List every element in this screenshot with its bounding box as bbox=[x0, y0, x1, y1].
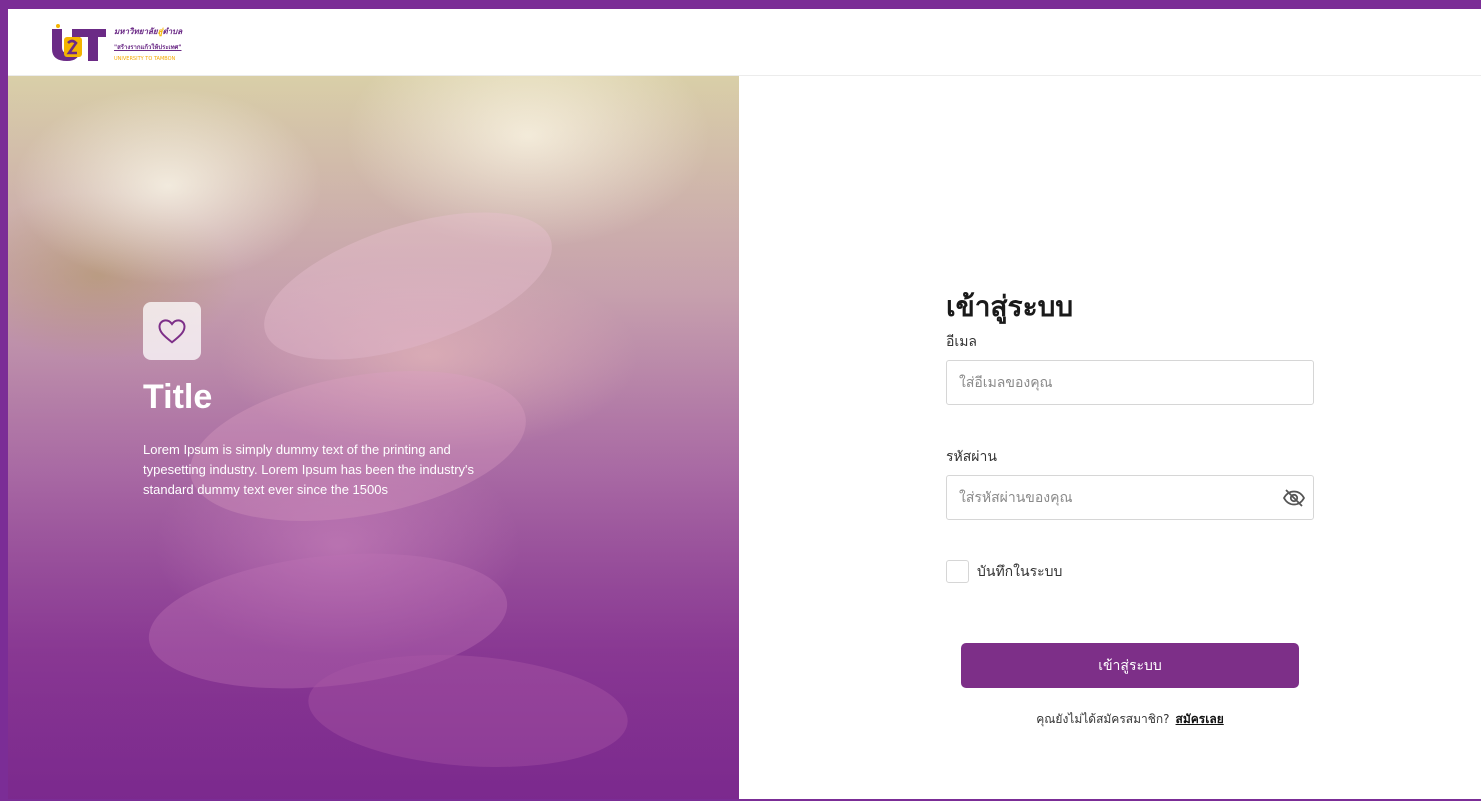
password-field-wrapper bbox=[946, 475, 1314, 520]
email-label: อีเมล bbox=[946, 334, 978, 350]
login-title: เข้าสู่ระบบ bbox=[946, 290, 1074, 323]
heart-icon bbox=[158, 319, 186, 344]
signup-link[interactable]: สมัครเลย bbox=[1176, 712, 1224, 726]
hero-description: Lorem Ipsum is simply dummy text of the … bbox=[143, 442, 475, 497]
app-window: มหาวิทยาลัยสู่ตำบล "สร้างรากแก้วให้ประเท… bbox=[8, 9, 1481, 799]
remember-me[interactable]: บันทึกในระบบ bbox=[946, 560, 1062, 583]
eye-off-icon[interactable] bbox=[1282, 486, 1306, 510]
logo-mark-icon bbox=[52, 24, 106, 61]
hero-overlay bbox=[8, 76, 739, 799]
u2t-logo[interactable]: มหาวิทยาลัยสู่ตำบล "สร้างรากแก้วให้ประเท… bbox=[50, 19, 210, 67]
signup-prompt-row: คุณยังไม่ได้สมัครสมาชิก? สมัครเลย bbox=[946, 710, 1314, 729]
logo-text: มหาวิทยาลัยสู่ตำบล "สร้างรากแก้วให้ประเท… bbox=[114, 25, 182, 62]
logo-slogan: "สร้างรากแก้วให้ประเทศ" bbox=[114, 44, 182, 51]
top-bar: มหาวิทยาลัยสู่ตำบล "สร้างรากแก้วให้ประเท… bbox=[8, 9, 1481, 76]
heart-icon-badge bbox=[143, 302, 201, 360]
remember-label: บันทึกในระบบ bbox=[977, 563, 1063, 580]
email-field[interactable] bbox=[946, 360, 1314, 405]
password-label: รหัสผ่าน bbox=[946, 449, 997, 465]
signup-prompt-text: คุณยังไม่ได้สมัครสมาชิก? bbox=[1036, 712, 1170, 726]
hero-image-panel: Title Lorem Ipsum is simply dummy text o… bbox=[8, 76, 739, 799]
password-field[interactable] bbox=[946, 475, 1314, 520]
login-form: เข้าสู่ระบบ อีเมล รหัสผ่าน บันทึกในระบบ … bbox=[946, 289, 1316, 726]
login-button[interactable]: เข้าสู่ระบบ bbox=[961, 643, 1299, 688]
hero-title: Title bbox=[143, 378, 213, 416]
remember-checkbox[interactable] bbox=[946, 560, 969, 583]
logo-english-name: UNIVERSITY TO TAMBON bbox=[114, 56, 176, 62]
logo-tagline-thai: มหาวิทยาลัยสู่ตำบล bbox=[114, 27, 183, 36]
